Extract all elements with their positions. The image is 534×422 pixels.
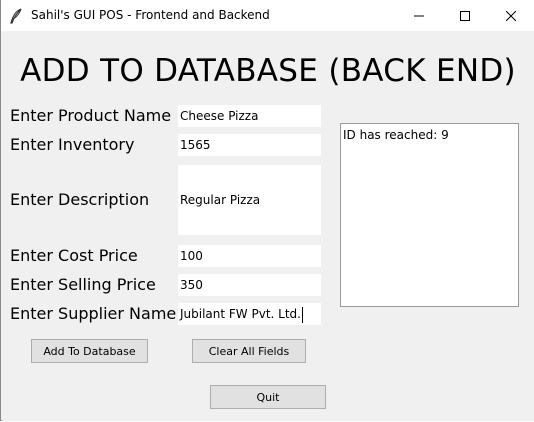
selling-price-label: Enter Selling Price <box>10 275 156 294</box>
supplier-name-label: Enter Supplier Name <box>10 304 177 323</box>
quit-button[interactable]: Quit <box>210 385 326 409</box>
clear-all-fields-button[interactable]: Clear All Fields <box>192 339 306 363</box>
cost-price-label: Enter Cost Price <box>10 246 138 265</box>
inventory-field[interactable] <box>178 134 321 156</box>
id-output-box[interactable]: ID has reached: 9 <box>340 123 519 307</box>
maximize-icon <box>460 10 470 21</box>
page-title: ADD TO DATABASE (BACK END) <box>20 53 516 89</box>
description-value: Regular Pizza <box>180 193 261 207</box>
supplier-name-value: Jubilant FW Pvt. Ltd. <box>180 307 301 321</box>
title-bar: Sahil's GUI POS - Frontend and Backend <box>1 0 534 31</box>
product-name-field[interactable] <box>178 105 321 127</box>
cost-price-field[interactable] <box>178 245 321 267</box>
maximize-button[interactable] <box>442 0 488 31</box>
selling-price-field[interactable] <box>178 274 321 296</box>
close-button[interactable] <box>488 0 534 31</box>
text-caret <box>301 306 303 323</box>
client-area: ADD TO DATABASE (BACK END) Enter Product… <box>2 31 534 421</box>
minimize-button[interactable] <box>396 0 442 31</box>
close-icon <box>506 10 516 21</box>
product-name-label: Enter Product Name <box>10 106 172 125</box>
add-to-database-button[interactable]: Add To Database <box>31 339 148 363</box>
description-label: Enter Description <box>10 190 150 209</box>
supplier-name-field[interactable]: Jubilant FW Pvt. Ltd. <box>178 303 321 325</box>
inventory-label: Enter Inventory <box>10 135 135 154</box>
minimize-icon <box>414 15 424 16</box>
description-field[interactable]: Regular Pizza <box>178 165 321 235</box>
app-window: Sahil's GUI POS - Frontend and Backend A… <box>0 0 534 421</box>
window-title: Sahil's GUI POS - Frontend and Backend <box>31 8 270 22</box>
feather-icon <box>9 8 23 24</box>
id-status-text: ID has reached: 9 <box>343 128 449 142</box>
